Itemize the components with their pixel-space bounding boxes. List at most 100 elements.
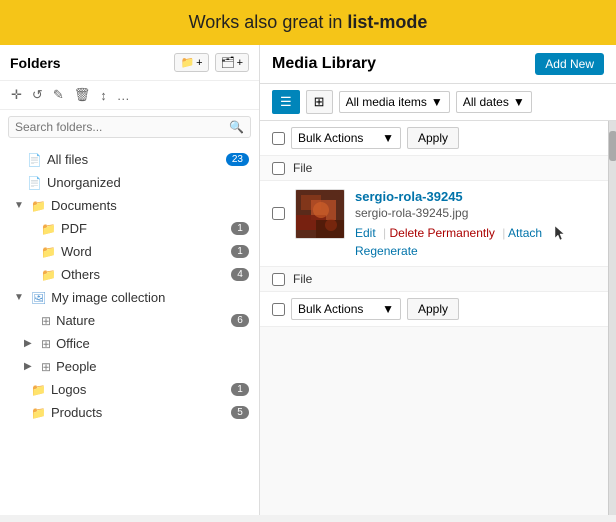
bulk-actions-label-top: Bulk Actions: [298, 131, 363, 145]
cursor-pointer: [549, 224, 569, 244]
file-meta: sergio-rola-39245.jpg: [355, 206, 596, 220]
grid-view-button[interactable]: ⊞: [306, 90, 333, 114]
sidebar-header: Folders 📁+ 🗂+: [0, 45, 259, 81]
others-folder-icon: 📁: [41, 268, 56, 282]
file-name[interactable]: sergio-rola-39245: [355, 189, 596, 204]
others-label: Others: [61, 267, 226, 282]
sidebar-item-word[interactable]: 📁 Word 1: [0, 240, 259, 263]
scrollbar-thumb[interactable]: [609, 131, 616, 161]
media-content-area: Bulk Actions ▼ Apply File: [260, 121, 616, 515]
sidebar-item-office[interactable]: ▶ ⊞ Office: [0, 332, 259, 355]
word-folder-icon: 📁: [41, 245, 56, 259]
pdf-label: PDF: [61, 221, 226, 236]
file-edit-link[interactable]: Edit: [355, 226, 376, 240]
documents-folder-icon: 📁: [31, 199, 46, 213]
new-item-button[interactable]: 🗂+: [215, 53, 249, 72]
bulk-actions-label-bottom: Bulk Actions: [298, 302, 363, 316]
apply-button-bottom[interactable]: Apply: [407, 298, 459, 320]
file-list-header-2: File: [260, 267, 608, 292]
delete-icon[interactable]: 🗑: [71, 85, 94, 105]
sidebar-title: Folders: [10, 55, 168, 71]
refresh-icon[interactable]: ↺: [29, 85, 46, 105]
sidebar-search-container: 🔍: [8, 116, 251, 138]
logos-label: Logos: [51, 382, 226, 397]
table-row: sergio-rola-39245 sergio-rola-39245.jpg …: [260, 181, 608, 267]
unorganized-label: Unorganized: [47, 175, 249, 190]
sidebar-toolbar: ✛ ↺ ✎ 🗑 ↕ …: [0, 81, 259, 110]
nature-label: Nature: [56, 313, 226, 328]
nature-badge: 6: [231, 314, 249, 327]
pdf-badge: 1: [231, 222, 249, 235]
new-folder-button[interactable]: 📁+: [174, 53, 208, 72]
documents-label: Documents: [51, 198, 249, 213]
file-row-checkbox[interactable]: [272, 207, 285, 220]
all-files-badge: 23: [226, 153, 249, 166]
more-icon[interactable]: …: [114, 86, 133, 105]
sidebar-item-documents[interactable]: ▼ 📁 Documents: [0, 194, 259, 217]
media-library-title: Media Library: [272, 55, 527, 73]
media-library-header: Media Library Add New: [260, 45, 616, 84]
sidebar-item-people[interactable]: ▶ ⊞ People: [0, 355, 259, 378]
scrollbar-track[interactable]: [608, 121, 616, 515]
banner-text-prefix: Works also great in: [189, 12, 348, 32]
people-icon: ⊞: [41, 360, 51, 374]
filter-media-type[interactable]: All media items ▼: [339, 91, 450, 113]
unorganized-icon: 📄: [27, 176, 42, 190]
sidebar-item-logos[interactable]: 📁 Logos 1: [0, 378, 259, 401]
file-header-checkbox[interactable]: [272, 162, 285, 175]
bulk-select-all-checkbox[interactable]: [272, 132, 285, 145]
bulk-select-all-checkbox-bottom[interactable]: [272, 303, 285, 316]
sidebar-item-unorganized[interactable]: 📄 Unorganized: [0, 171, 259, 194]
file-col-header: File: [293, 161, 312, 175]
add-new-button[interactable]: Add New: [535, 53, 604, 75]
all-files-label: All files: [47, 152, 221, 167]
apply-button-top[interactable]: Apply: [407, 127, 459, 149]
sort-icon[interactable]: ↕: [97, 86, 110, 105]
bulk-actions-dropdown-top[interactable]: Bulk Actions ▼: [291, 127, 401, 149]
top-banner: Works also great in list-mode: [0, 0, 616, 45]
people-label: People: [56, 359, 249, 374]
file-actions: Edit | Delete Permanently | Attach Regen…: [355, 224, 596, 258]
sidebar-item-others[interactable]: 📁 Others 4: [0, 263, 259, 286]
file-delete-link[interactable]: Delete Permanently: [389, 226, 494, 240]
list-view-button[interactable]: ☰: [272, 90, 300, 114]
file-col-header-2: File: [293, 272, 312, 286]
others-badge: 4: [231, 268, 249, 281]
file-list-header: File: [260, 156, 608, 181]
file-regenerate-link[interactable]: Regenerate: [355, 244, 418, 258]
file-attach-link[interactable]: Attach: [508, 226, 542, 240]
sidebar-item-nature[interactable]: ⊞ Nature 6: [0, 309, 259, 332]
new-folder-icon: 📁: [180, 56, 194, 69]
sidebar-item-products[interactable]: 📁 Products 5: [0, 401, 259, 424]
bulk-actions-arrow-top: ▼: [382, 131, 394, 145]
bulk-actions-top: Bulk Actions ▼ Apply: [260, 121, 608, 156]
sidebar-item-all-files[interactable]: 📄 All files 23: [0, 148, 259, 171]
all-files-icon: 📄: [27, 153, 42, 167]
filter-media-type-arrow: ▼: [431, 95, 443, 109]
file-info: sergio-rola-39245 sergio-rola-39245.jpg …: [355, 189, 596, 258]
pdf-folder-icon: 📁: [41, 222, 56, 236]
search-icon: 🔍: [229, 120, 244, 134]
banner-text-bold: list-mode: [347, 12, 427, 32]
bulk-actions-arrow-bottom: ▼: [382, 302, 394, 316]
word-badge: 1: [231, 245, 249, 258]
filter-date[interactable]: All dates ▼: [456, 91, 532, 113]
bulk-actions-bottom: Bulk Actions ▼ Apply: [260, 292, 608, 327]
word-label: Word: [61, 244, 226, 259]
office-icon: ⊞: [41, 337, 51, 351]
edit-icon[interactable]: ✎: [50, 85, 67, 105]
sidebar-item-my-image-collection[interactable]: ▼ 🖼 My image collection: [0, 286, 259, 309]
logos-badge: 1: [231, 383, 249, 396]
file-header-checkbox-2[interactable]: [272, 273, 285, 286]
filter-date-label: All dates: [463, 95, 509, 109]
bulk-actions-dropdown-bottom[interactable]: Bulk Actions ▼: [291, 298, 401, 320]
file-thumbnail: [295, 189, 345, 239]
nature-icon: ⊞: [41, 314, 51, 328]
products-badge: 5: [231, 406, 249, 419]
sidebar-item-pdf[interactable]: 📁 PDF 1: [0, 217, 259, 240]
move-icon[interactable]: ✛: [8, 85, 25, 105]
content-toolbar: ☰ ⊞ All media items ▼ All dates ▼: [260, 84, 616, 121]
search-input[interactable]: [15, 120, 229, 134]
products-folder-icon: 📁: [31, 406, 46, 420]
products-label: Products: [51, 405, 226, 420]
